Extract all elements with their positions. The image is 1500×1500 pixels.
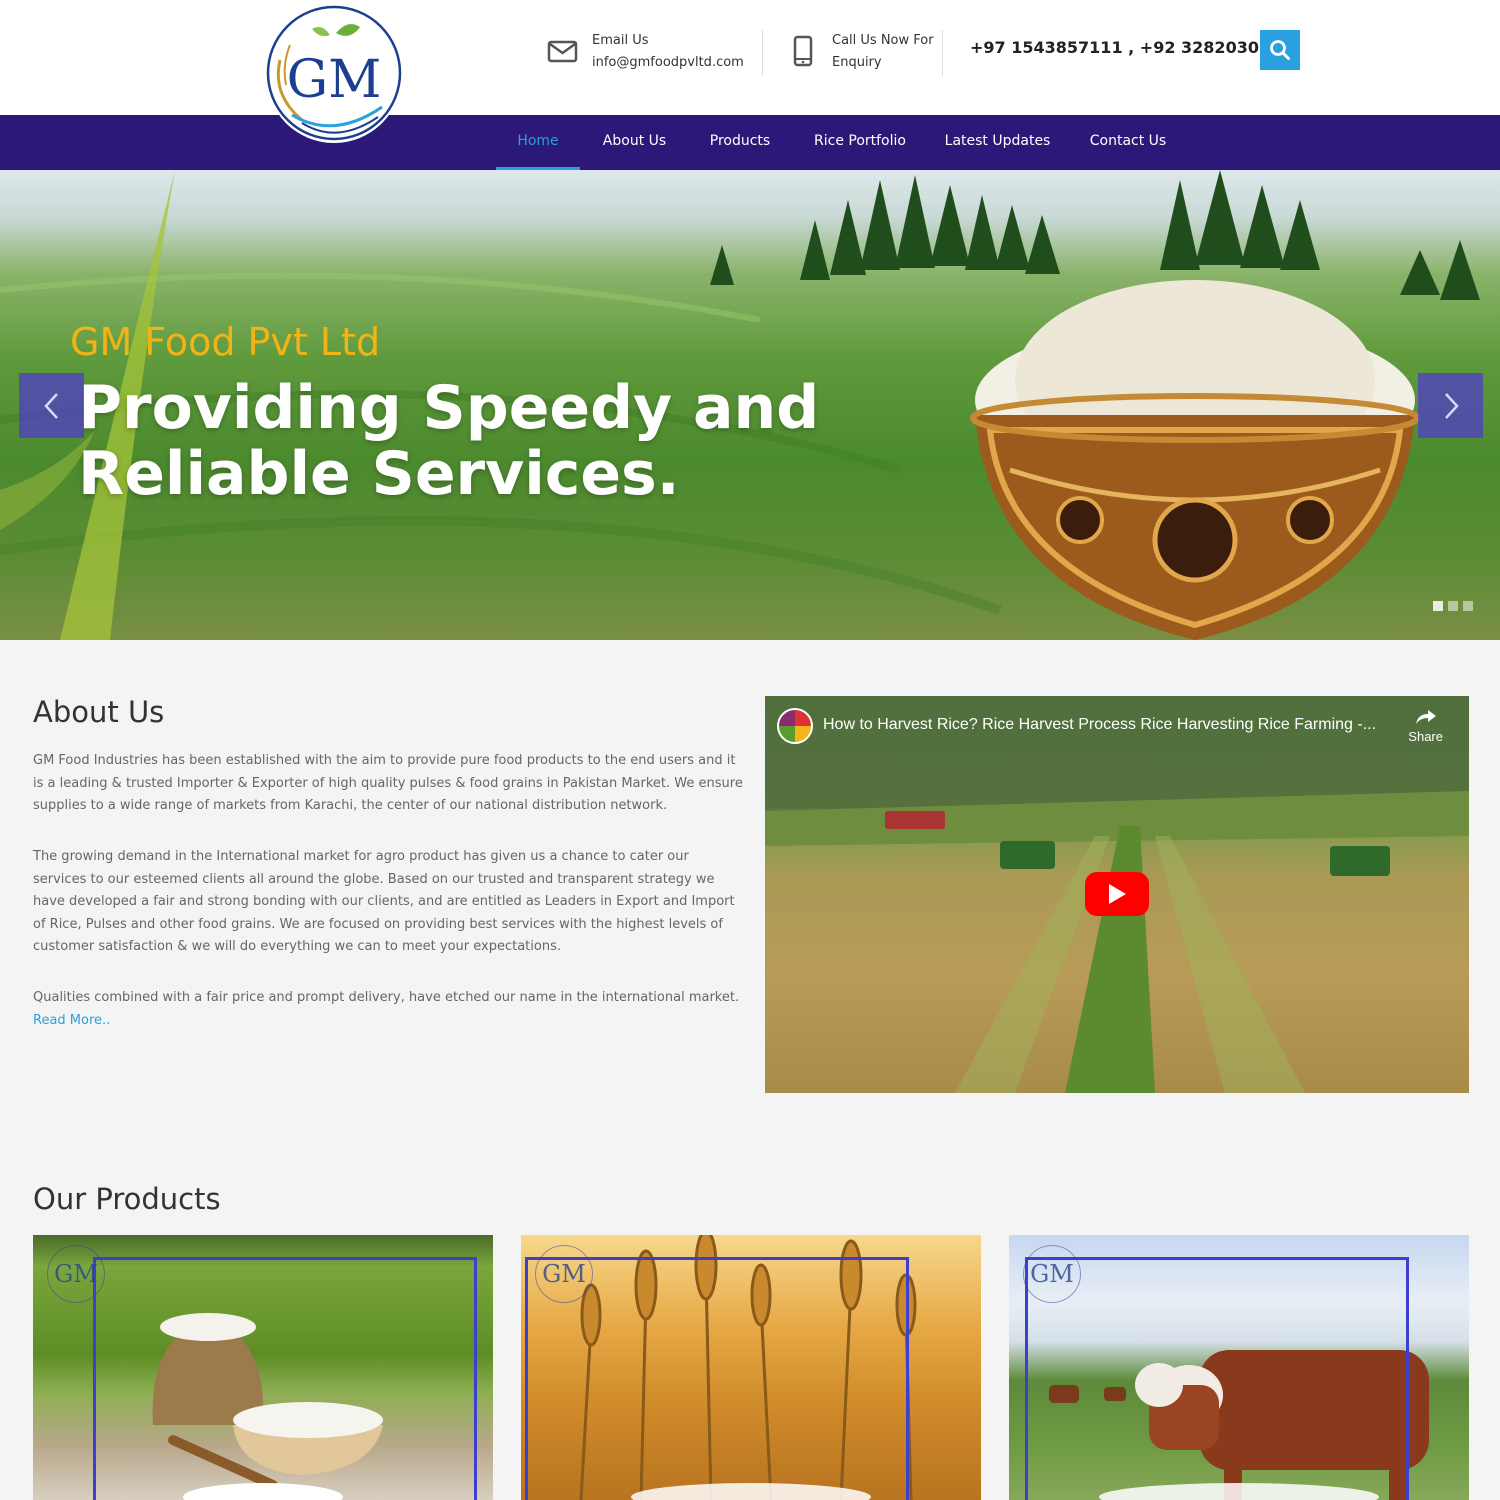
email-contact[interactable]: Email Us info@gmfoodpvltd.com — [546, 30, 744, 80]
video-title[interactable]: How to Harvest Rice? Rice Harvest Proces… — [823, 716, 1403, 734]
slider-dot[interactable] — [1463, 601, 1473, 611]
call-label-line1: Call Us Now For — [832, 33, 934, 48]
about-paragraph-3-text: Qualities combined with a fair price and… — [33, 990, 740, 1005]
product-card-rice[interactable]: GM — [33, 1235, 493, 1500]
about-heading: About Us — [33, 695, 165, 729]
card-gm-logo: GM — [1023, 1245, 1081, 1303]
site-header: Email Us info@gmfoodpvltd.com Call Us No… — [0, 0, 1500, 115]
gm-logo[interactable]: GM — [262, 5, 407, 147]
hero-subtitle: GM Food Pvt Ltd — [70, 320, 381, 364]
about-paragraph-3: Qualities combined with a fair price and… — [33, 987, 743, 1032]
hero-title: Providing Speedy and Reliable Services. — [78, 373, 820, 509]
about-paragraph-1: GM Food Industries has been established … — [33, 753, 743, 813]
header-divider — [762, 30, 763, 76]
share-label: Share — [1408, 729, 1443, 744]
email-address[interactable]: info@gmfoodpvltd.com — [592, 52, 744, 74]
search-icon — [1270, 40, 1290, 60]
card-gm-logo: GM — [535, 1245, 593, 1303]
gm-logo-graphic: GM — [266, 5, 402, 143]
product-card-livestock[interactable]: GM — [1009, 1235, 1469, 1500]
product-card-wheat[interactable]: GM — [521, 1235, 981, 1500]
about-paragraph-2: The growing demand in the International … — [33, 849, 735, 954]
header-divider — [942, 30, 943, 76]
nav-rice-portfolio[interactable]: Rice Portfolio — [805, 115, 915, 170]
read-more-link[interactable]: Read More.. — [33, 1013, 110, 1028]
logo-letters: GM — [287, 50, 382, 110]
hero-slider: GM Food Pvt Ltd Providing Speedy and Rel… — [0, 170, 1500, 640]
product-card-frame — [93, 1257, 477, 1500]
product-card-frame — [1025, 1257, 1409, 1500]
call-label-line2: Enquiry — [832, 55, 882, 70]
slider-dot[interactable] — [1433, 601, 1443, 611]
play-icon — [1109, 884, 1126, 904]
slider-dot[interactable] — [1448, 601, 1458, 611]
channel-avatar[interactable] — [777, 708, 813, 744]
nav-home[interactable]: Home — [496, 115, 580, 170]
call-contact[interactable]: Call Us Now For Enquiry — [786, 30, 934, 80]
mobile-phone-icon — [793, 35, 813, 67]
card-gm-logo: GM — [47, 1245, 105, 1303]
slider-next-button[interactable] — [1418, 373, 1483, 438]
phone-numbers[interactable]: +97 1543857111 , +92 328203028 — [970, 38, 1281, 57]
slider-pagination — [1433, 601, 1473, 611]
share-arrow-icon — [1415, 710, 1436, 724]
products-heading: Our Products — [33, 1182, 221, 1216]
main-navigation: Home About Us Products Rice Portfolio La… — [0, 115, 1500, 170]
video-play-button[interactable] — [1085, 872, 1149, 916]
slider-prev-button[interactable] — [19, 373, 84, 438]
email-label: Email Us — [592, 33, 649, 48]
nav-about-us[interactable]: About Us — [592, 115, 677, 170]
search-button[interactable] — [1260, 30, 1300, 70]
chevron-right-icon — [1444, 392, 1459, 419]
video-share-button[interactable]: Share — [1408, 708, 1443, 744]
nav-contact-us[interactable]: Contact Us — [1082, 115, 1174, 170]
envelope-icon — [547, 40, 578, 63]
youtube-video-embed[interactable]: How to Harvest Rice? Rice Harvest Proces… — [765, 696, 1469, 1093]
nav-latest-updates[interactable]: Latest Updates — [940, 115, 1055, 170]
nav-products[interactable]: Products — [700, 115, 780, 170]
chevron-left-icon — [43, 392, 58, 419]
